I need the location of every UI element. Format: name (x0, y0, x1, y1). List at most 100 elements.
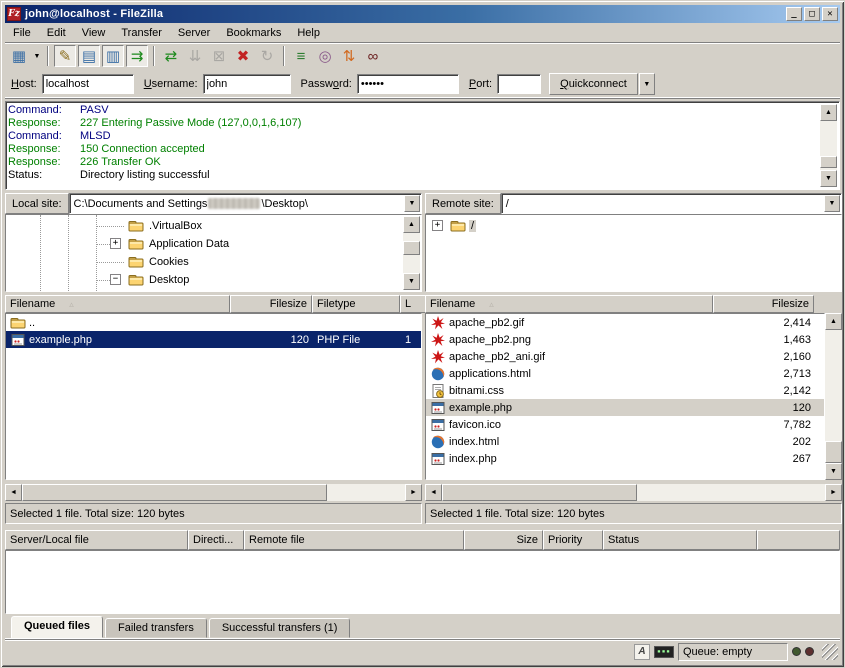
local-site-combobox[interactable]: C:\Documents and Settings\Desktop\ ▼ (69, 193, 422, 214)
refresh-icon[interactable]: ⇄ (160, 45, 182, 67)
remote-list-scrollbar[interactable]: ▲ ▼ (825, 313, 842, 480)
expand-icon[interactable]: + (432, 220, 443, 231)
find-files-icon[interactable]: ∞ (362, 45, 384, 67)
column-header-filename[interactable]: Filename▵ (5, 295, 230, 313)
process-queue-icon[interactable]: ⇊ (184, 45, 206, 67)
tab-queued-files[interactable]: Queued files (11, 616, 103, 638)
menu-help[interactable]: Help (289, 25, 328, 41)
expand-icon[interactable]: + (110, 238, 121, 249)
password-input[interactable] (357, 74, 459, 94)
toggle-local-tree-icon[interactable]: ▤ (78, 45, 100, 67)
remote-list-hscrollbar[interactable]: ◄ ► (425, 484, 842, 501)
cancel-icon[interactable]: ⊠ (208, 45, 230, 67)
menu-view[interactable]: View (74, 25, 114, 41)
menu-server[interactable]: Server (170, 25, 218, 41)
remote-directory-tree[interactable]: +/ (425, 214, 842, 292)
site-manager-icon[interactable]: ▦ (8, 45, 30, 67)
column-header-filesize[interactable]: Filesize (713, 295, 814, 313)
queue-column-size[interactable]: Size (464, 530, 543, 550)
image-file-icon (430, 332, 446, 348)
toggle-queue-icon[interactable]: ⇉ (126, 45, 148, 67)
sync-browsing-icon[interactable]: ⇅ (338, 45, 360, 67)
queue-column-priority[interactable]: Priority (543, 530, 603, 550)
file-row-apache-pb2-ani-gif[interactable]: apache_pb2_ani.gif2,160 (426, 348, 824, 365)
filter-icon[interactable]: ≡ (290, 45, 312, 67)
remote-file-list: Filename▵Filesize apache_pb2.gif2,414apa… (425, 295, 842, 524)
password-label: Password: (301, 78, 352, 90)
menu-edit[interactable]: Edit (39, 25, 74, 41)
maximize-button[interactable]: □ (804, 7, 820, 21)
remote-tree-root[interactable]: +/ (428, 217, 839, 235)
file-row-apache-pb2-png[interactable]: apache_pb2.png1,463 (426, 331, 824, 348)
queue-tabs: Queued filesFailed transfersSuccessful t… (5, 616, 840, 639)
minimize-button[interactable]: _ (786, 7, 802, 21)
file-row-example-php[interactable]: example.php120PHP File1 (6, 331, 421, 348)
menu-bar: FileEditViewTransferServerBookmarksHelp (5, 24, 840, 42)
local-file-rows[interactable]: ..example.php120PHP File1 (5, 313, 422, 480)
app-icon: Fz (7, 7, 21, 21)
quickconnect-button[interactable]: Quickconnect (549, 73, 638, 95)
remote-site-dropdown-icon[interactable]: ▼ (824, 195, 840, 212)
close-button[interactable]: ✕ (822, 7, 838, 21)
title-bar[interactable]: Fz john@localhost - FileZilla _ □ ✕ (5, 5, 840, 23)
folder-icon (128, 236, 144, 252)
image-file-icon (430, 349, 446, 365)
local-tree-scrollbar[interactable]: ▲ ▼ (403, 216, 420, 290)
file-row-index-php[interactable]: index.php267 (426, 450, 824, 467)
menu-bookmarks[interactable]: Bookmarks (218, 25, 289, 41)
local-list-hscrollbar[interactable]: ◄ ► (5, 484, 422, 501)
remote-site-combobox[interactable]: / ▼ (501, 193, 842, 214)
local-site-dropdown-icon[interactable]: ▼ (404, 195, 420, 212)
file-row-applications-html[interactable]: applications.html2,713 (426, 365, 824, 382)
tree-item-cookies[interactable]: Cookies (6, 253, 402, 271)
queue-column-remote-file[interactable]: Remote file (244, 530, 464, 550)
html-file-icon (430, 366, 446, 382)
port-input[interactable] (497, 74, 541, 94)
column-header-filename[interactable]: Filename▵ (425, 295, 713, 313)
tree-item--virtualbox[interactable]: .VirtualBox (6, 217, 402, 235)
menu-file[interactable]: File (5, 25, 39, 41)
folder-icon (128, 254, 144, 270)
username-input[interactable] (203, 74, 291, 94)
username-label: Username: (144, 78, 198, 90)
quickconnect-dropdown[interactable]: ▼ (639, 73, 655, 95)
queue-status-field: Queue: empty (678, 643, 788, 661)
tree-item-application-data[interactable]: +Application Data (6, 235, 402, 253)
file-row-apache-pb2-gif[interactable]: apache_pb2.gif2,414 (426, 314, 824, 331)
column-header-filesize[interactable]: Filesize (230, 295, 312, 313)
toolbar-separator (153, 46, 155, 66)
queue-column-server-local-file[interactable]: Server/Local file (5, 530, 188, 550)
speed-limits-icon[interactable]: ▪▪▪ (654, 646, 674, 658)
column-header-filetype[interactable]: Filetype (312, 295, 400, 313)
file-row-bitnami-css[interactable]: bitnami.css2,142 (426, 382, 824, 399)
remote-file-rows[interactable]: apache_pb2.gif2,414apache_pb2.png1,463ap… (425, 313, 825, 480)
resize-grip[interactable] (822, 644, 838, 660)
host-input[interactable] (42, 74, 134, 94)
disconnect-icon[interactable]: ✖ (232, 45, 254, 67)
css-file-icon (430, 383, 446, 399)
queue-list[interactable] (5, 550, 840, 614)
collapse-icon[interactable]: − (110, 274, 121, 285)
site-manager-icon-dropdown[interactable]: ▼ (31, 45, 43, 67)
menu-transfer[interactable]: Transfer (113, 25, 170, 41)
tab-failed-transfers[interactable]: Failed transfers (105, 618, 207, 638)
file-row-favicon-ico[interactable]: favicon.ico7,782 (426, 416, 824, 433)
file-row--[interactable]: .. (6, 314, 421, 331)
tab-successful-transfers-1-[interactable]: Successful transfers (1) (209, 618, 351, 638)
queue-column-directi-[interactable]: Directi... (188, 530, 244, 550)
toolbar-separator (283, 46, 285, 66)
log-scrollbar[interactable]: ▲ ▼ (820, 104, 837, 187)
tree-item-desktop[interactable]: −Desktop (6, 271, 402, 289)
message-log: Command:PASVResponse:227 Entering Passiv… (5, 101, 840, 190)
datatype-ascii-icon[interactable]: A (634, 644, 650, 660)
local-directory-tree[interactable]: .VirtualBox+Application DataCookies−Desk… (5, 214, 422, 292)
compare-icon[interactable]: ◎ (314, 45, 336, 67)
file-row-example-php[interactable]: example.php120 (426, 399, 824, 416)
toggle-remote-tree-icon[interactable]: ▥ (102, 45, 124, 67)
queue-column-status[interactable]: Status (603, 530, 757, 550)
local-file-list: Filename▵FilesizeFiletypeL ..example.php… (5, 295, 422, 524)
remote-site-pane: Remote site: / ▼ +/ (425, 193, 842, 292)
toggle-log-icon[interactable]: ✎ (54, 45, 76, 67)
file-row-index-html[interactable]: index.html202 (426, 433, 824, 450)
reconnect-icon[interactable]: ↻ (256, 45, 278, 67)
